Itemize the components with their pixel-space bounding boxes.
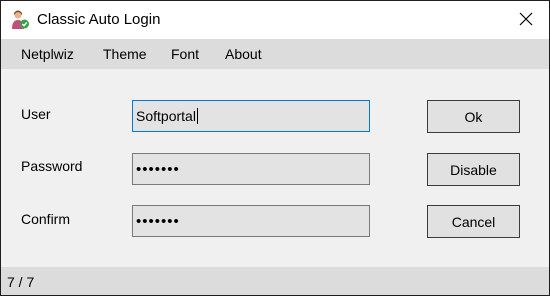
confirm-label: Confirm bbox=[21, 211, 71, 227]
status-bar: 7 / 7 bbox=[1, 267, 549, 295]
confirm-field[interactable]: ••••••• bbox=[132, 205, 370, 237]
close-button[interactable] bbox=[503, 1, 549, 39]
app-window: Classic Auto Login Netplwiz Theme Font A… bbox=[0, 0, 550, 296]
person-key-icon bbox=[10, 10, 30, 30]
title-bar: Classic Auto Login bbox=[1, 1, 549, 39]
close-icon bbox=[519, 12, 533, 29]
confirm-value: ••••••• bbox=[136, 212, 180, 230]
menu-theme[interactable]: Theme bbox=[103, 46, 147, 62]
text-caret bbox=[196, 108, 198, 124]
menu-bar: Netplwiz Theme Font About bbox=[1, 39, 549, 69]
ok-button[interactable]: Ok bbox=[427, 100, 520, 133]
disable-button[interactable]: Disable bbox=[427, 153, 520, 186]
user-value: Softportal bbox=[136, 108, 196, 124]
menu-font[interactable]: Font bbox=[171, 46, 199, 62]
window-title: Classic Auto Login bbox=[37, 11, 161, 28]
password-value: ••••••• bbox=[136, 160, 180, 178]
user-label: User bbox=[21, 106, 51, 122]
password-label: Password bbox=[21, 158, 83, 174]
password-field[interactable]: ••••••• bbox=[132, 153, 370, 185]
status-text: 7 / 7 bbox=[7, 274, 35, 290]
login-form: User Softportal Password ••••••• Confirm… bbox=[1, 69, 549, 267]
menu-netplwiz[interactable]: Netplwiz bbox=[21, 46, 74, 62]
menu-about[interactable]: About bbox=[225, 46, 262, 62]
user-field[interactable]: Softportal bbox=[132, 100, 370, 132]
cancel-button[interactable]: Cancel bbox=[427, 205, 520, 238]
